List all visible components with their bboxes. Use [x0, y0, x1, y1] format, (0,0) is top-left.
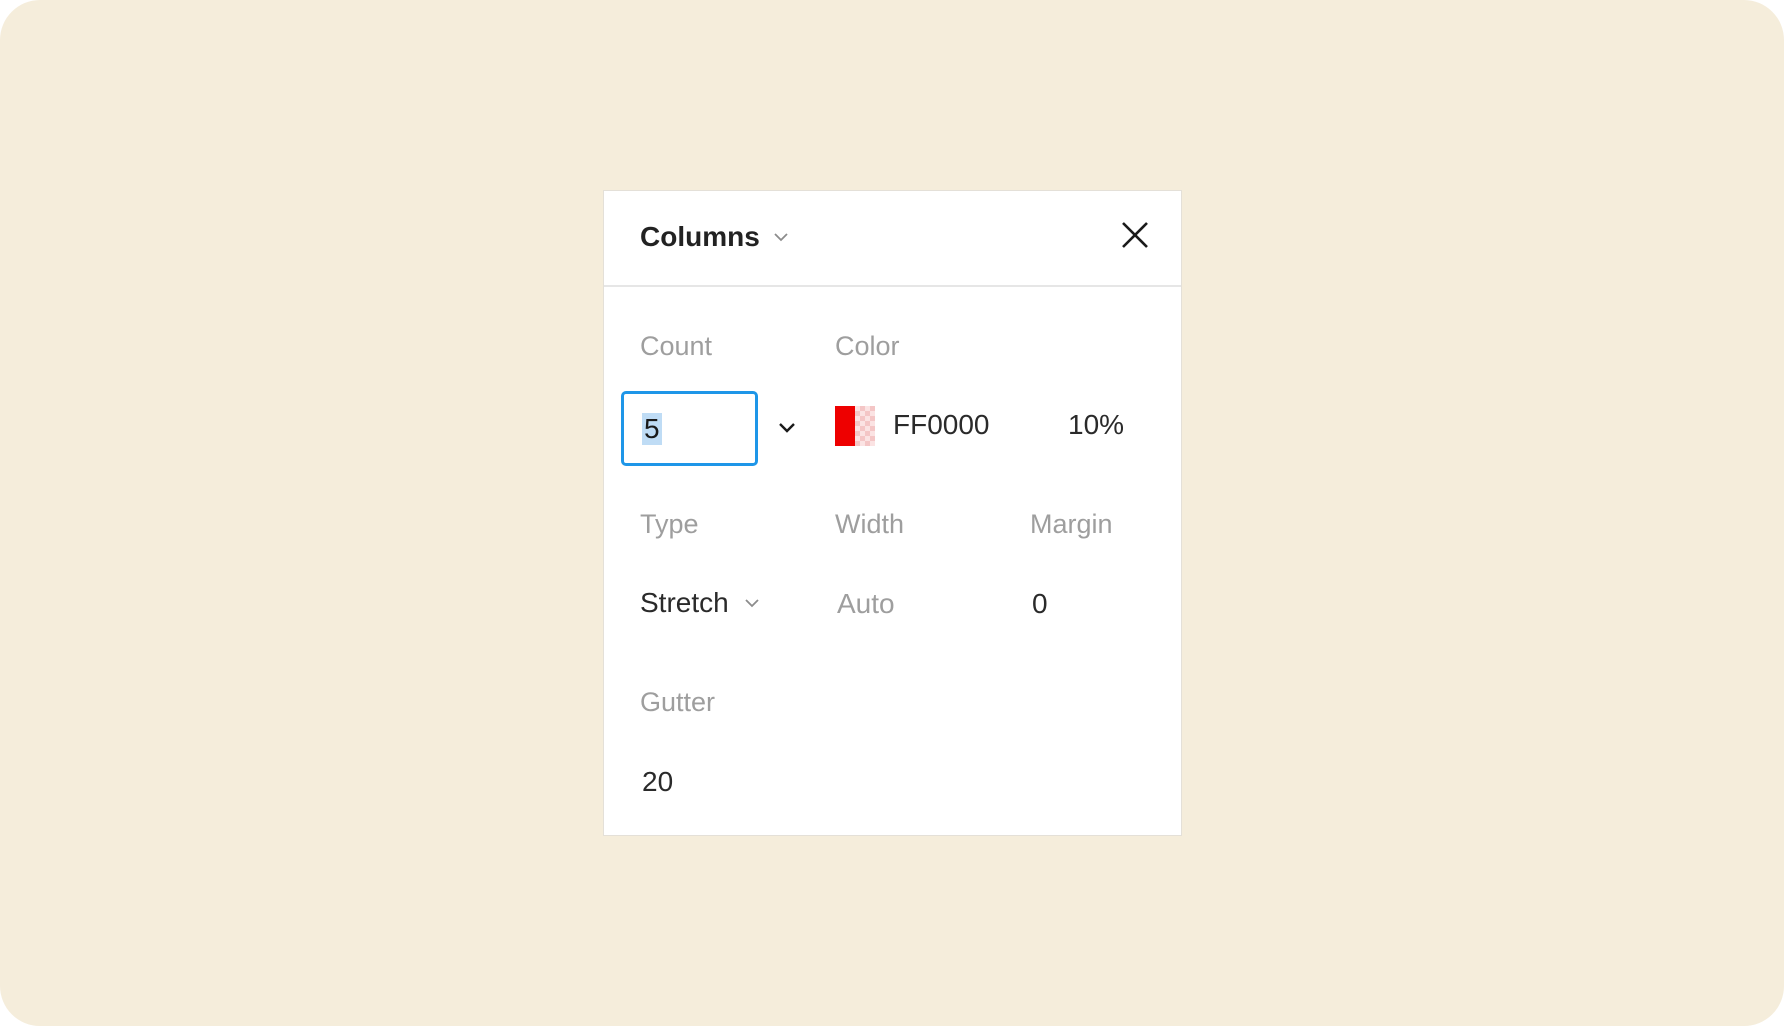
- color-swatch-solid: [835, 406, 855, 446]
- margin-label: Margin: [1030, 509, 1113, 539]
- close-icon[interactable]: [1115, 215, 1155, 255]
- count-input[interactable]: 5: [621, 391, 758, 466]
- canvas-background: Columns Count Color 5 FF0000 10% Type Wi…: [0, 0, 1784, 1026]
- type-value: Stretch: [640, 587, 729, 618]
- chevron-down-icon: [774, 233, 788, 242]
- type-select[interactable]: Stretch: [640, 587, 761, 619]
- chevron-down-icon: [745, 599, 759, 608]
- color-hex-input[interactable]: FF0000: [893, 409, 990, 441]
- gutter-input[interactable]: 20: [642, 766, 673, 798]
- columns-layout-grid-panel: Columns Count Color 5 FF0000 10% Type Wi…: [603, 190, 1182, 836]
- grid-type-selector[interactable]: Columns: [640, 221, 790, 253]
- chevron-down-icon[interactable]: [772, 413, 802, 443]
- width-label: Width: [835, 509, 905, 539]
- color-label: Color: [835, 331, 900, 361]
- count-value: 5: [642, 412, 662, 445]
- margin-input[interactable]: 0: [1032, 588, 1048, 620]
- width-input[interactable]: Auto: [837, 588, 895, 620]
- panel-header: Columns: [604, 191, 1181, 287]
- panel-title: Columns: [640, 221, 760, 252]
- color-swatch[interactable]: [835, 406, 875, 446]
- count-label: Count: [640, 331, 713, 361]
- color-opacity-input[interactable]: 10%: [1068, 409, 1124, 441]
- color-swatch-transparency: [855, 406, 875, 446]
- type-label: Type: [640, 509, 699, 539]
- gutter-label: Gutter: [640, 687, 716, 717]
